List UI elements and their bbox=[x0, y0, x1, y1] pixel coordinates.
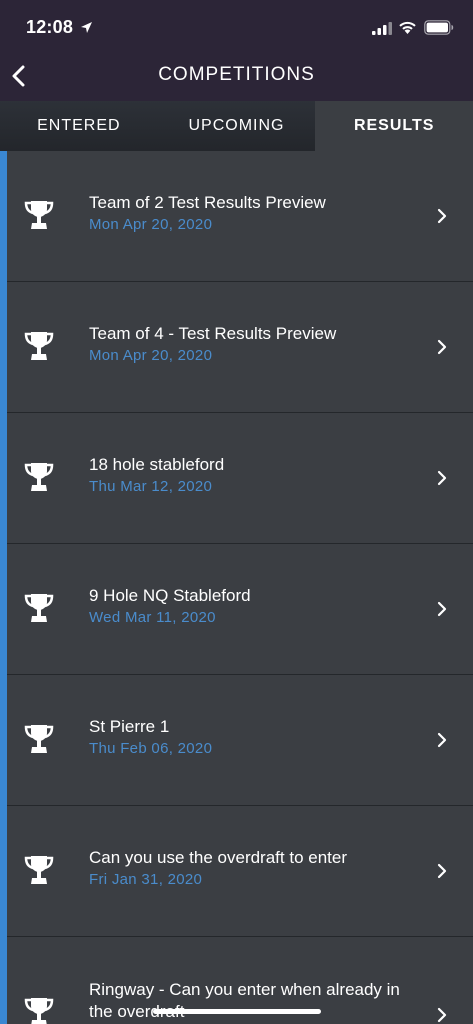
competition-date: Thu Feb 06, 2020 bbox=[89, 740, 213, 757]
competitions-screen: 12:08 COMPETITIONS ENTERED UPCOMING RESU… bbox=[0, 0, 473, 1024]
competition-title: Team of 4 - Test Results Preview bbox=[89, 324, 337, 343]
status-time: 12:08 bbox=[26, 17, 74, 37]
trophy-icon bbox=[24, 594, 54, 622]
competition-title: Ringway - Can you enter when already in … bbox=[89, 980, 400, 1021]
tab-bar: ENTERED UPCOMING RESULTS bbox=[0, 101, 473, 151]
chevron-right-icon bbox=[437, 1007, 447, 1023]
competition-title: St Pierre 1 bbox=[89, 717, 170, 736]
home-indicator[interactable] bbox=[153, 1009, 321, 1014]
trophy-icon bbox=[24, 332, 54, 360]
competition-date: Thu Mar 12, 2020 bbox=[89, 478, 213, 495]
trophy-icon bbox=[24, 725, 54, 753]
selection-accent-bar bbox=[0, 151, 7, 1024]
tab-upcoming[interactable]: UPCOMING bbox=[157, 101, 316, 151]
competition-title: Team of 2 Test Results Preview bbox=[89, 193, 326, 212]
tab-entered[interactable]: ENTERED bbox=[0, 101, 158, 151]
battery-icon bbox=[424, 20, 454, 35]
trophy-icon bbox=[24, 201, 54, 229]
competition-title: 9 Hole NQ Stableford bbox=[89, 586, 251, 605]
cellular-signal-icon bbox=[372, 22, 392, 35]
chevron-right-icon bbox=[437, 863, 447, 879]
page-title: COMPETITIONS bbox=[158, 64, 315, 85]
list-item[interactable]: 9 Hole NQ Stableford Wed Mar 11, 2020 bbox=[7, 544, 473, 675]
competition-date: Fri Jan 31, 2020 bbox=[89, 871, 203, 888]
list-item[interactable]: Can you use the overdraft to enter Fri J… bbox=[7, 806, 473, 937]
competition-title: Can you use the overdraft to enter bbox=[89, 848, 347, 867]
competition-title: 18 hole stableford bbox=[89, 455, 225, 474]
trophy-icon bbox=[24, 463, 54, 491]
chevron-right-icon bbox=[437, 470, 447, 486]
list-item[interactable]: Team of 2 Test Results Preview Mon Apr 2… bbox=[7, 151, 473, 282]
wifi-icon bbox=[399, 21, 416, 34]
location-arrow-icon bbox=[81, 22, 92, 33]
competition-date: Mon Apr 20, 2020 bbox=[89, 216, 213, 233]
trophy-icon bbox=[24, 998, 54, 1024]
chevron-right-icon bbox=[437, 601, 447, 617]
chevron-right-icon bbox=[437, 732, 447, 748]
header: 12:08 COMPETITIONS bbox=[0, 0, 473, 101]
list-item[interactable]: Team of 4 - Test Results Preview Mon Apr… bbox=[7, 282, 473, 413]
nav-bar: COMPETITIONS bbox=[0, 54, 473, 101]
competition-date: Mon Apr 20, 2020 bbox=[89, 347, 213, 364]
trophy-icon bbox=[24, 856, 54, 884]
results-list: Team of 2 Test Results Preview Mon Apr 2… bbox=[0, 151, 473, 1024]
list-item[interactable]: 18 hole stableford Thu Mar 12, 2020 bbox=[7, 413, 473, 544]
tab-results[interactable]: RESULTS bbox=[315, 101, 473, 151]
competition-date: Wed Mar 11, 2020 bbox=[89, 609, 216, 626]
chevron-right-icon bbox=[437, 339, 447, 355]
list-item[interactable]: St Pierre 1 Thu Feb 06, 2020 bbox=[7, 675, 473, 806]
status-bar: 12:08 bbox=[0, 0, 473, 54]
chevron-right-icon bbox=[437, 208, 447, 224]
